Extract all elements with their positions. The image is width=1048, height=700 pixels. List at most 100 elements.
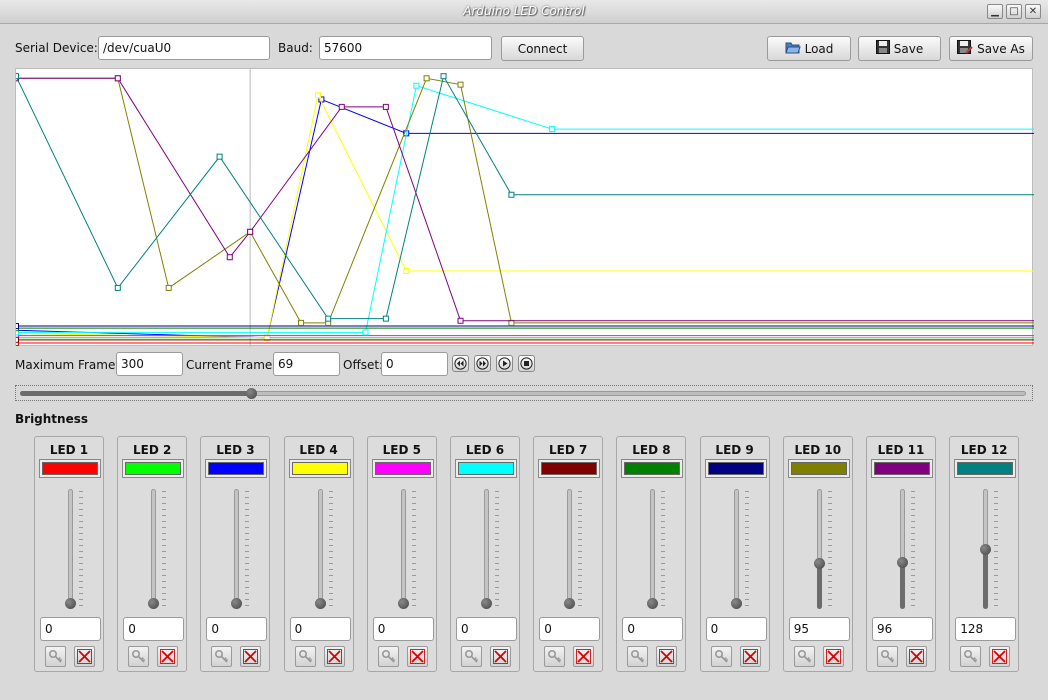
led-slider-knob[interactable] (647, 598, 659, 609)
led-brightness-slider[interactable] (201, 489, 271, 609)
led-color-button[interactable] (787, 459, 850, 478)
led-brightness-slider[interactable] (867, 489, 937, 609)
led-value-field[interactable]: 0 (123, 617, 185, 641)
led-color-button[interactable] (39, 459, 101, 478)
frame-slider-knob[interactable] (246, 388, 258, 399)
set-keyframe-button[interactable] (45, 646, 66, 667)
led-brightness-slider[interactable] (35, 489, 105, 609)
keyframe-point[interactable] (216, 153, 223, 160)
led-brightness-slider[interactable] (285, 489, 355, 609)
save-as-button[interactable]: Save As (949, 36, 1033, 61)
led-value-field[interactable]: 0 (539, 617, 601, 641)
keyframe-point[interactable] (382, 315, 389, 322)
led-value-field[interactable]: 0 (289, 617, 351, 641)
led-value-field[interactable]: 95 (788, 617, 850, 641)
led-slider-knob[interactable] (564, 598, 576, 609)
keyframe-point[interactable] (16, 336, 19, 343)
keyframe-point[interactable] (226, 254, 233, 261)
led-color-button[interactable] (455, 459, 517, 478)
led-color-button[interactable] (704, 459, 767, 478)
delete-keyframe-button[interactable] (739, 646, 761, 667)
keyframe-point[interactable] (114, 284, 121, 291)
led-color-button[interactable] (288, 459, 351, 478)
keyframe-point[interactable] (362, 329, 369, 336)
led-color-button[interactable] (621, 459, 684, 478)
frame-slider[interactable] (15, 385, 1033, 401)
led-brightness-slider[interactable] (118, 489, 188, 609)
led-value-field[interactable]: 128 (955, 617, 1017, 641)
led-brightness-slider[interactable] (368, 489, 438, 609)
current-frame-field[interactable]: 69 (273, 352, 340, 376)
set-keyframe-button[interactable] (294, 646, 316, 667)
keyframe-point[interactable] (457, 81, 464, 88)
led-slider-knob[interactable] (813, 557, 825, 569)
led-value-field[interactable]: 0 (705, 617, 767, 641)
set-keyframe-button[interactable] (877, 646, 898, 667)
keyframe-point[interactable] (247, 228, 254, 235)
delete-keyframe-button[interactable] (989, 646, 1011, 667)
led-brightness-slider[interactable] (534, 489, 604, 609)
set-keyframe-button[interactable] (211, 646, 233, 667)
save-button[interactable]: Save (858, 36, 941, 61)
led-slider-knob[interactable] (897, 557, 908, 569)
led-slider-knob[interactable] (314, 598, 326, 609)
led-slider-knob[interactable] (980, 543, 992, 555)
delete-keyframe-button[interactable] (323, 646, 345, 667)
led-color-button[interactable] (871, 459, 933, 478)
minimize-button[interactable]: ▁ (987, 4, 1003, 19)
keyframe-point[interactable] (413, 82, 420, 89)
led-color-button[interactable] (954, 459, 1017, 478)
set-keyframe-button[interactable] (544, 646, 566, 667)
keyframe-point[interactable] (382, 103, 389, 110)
led-slider-knob[interactable] (730, 598, 742, 609)
led-brightness-slider[interactable] (617, 489, 687, 609)
delete-keyframe-button[interactable] (240, 646, 262, 667)
keyframe-point[interactable] (403, 268, 410, 274)
max-frame-field[interactable]: 300 (116, 352, 183, 376)
set-keyframe-button[interactable] (627, 646, 649, 667)
fast-forward-button[interactable] (474, 355, 491, 372)
set-keyframe-button[interactable] (377, 646, 399, 667)
play-button[interactable] (496, 355, 513, 372)
delete-keyframe-button[interactable] (74, 646, 95, 667)
led-slider-knob[interactable] (148, 598, 160, 609)
connect-button[interactable]: Connect (501, 36, 584, 61)
led-color-button[interactable] (205, 459, 268, 478)
led-value-field[interactable]: 0 (206, 617, 268, 641)
offset-field[interactable]: 0 (381, 352, 448, 376)
delete-keyframe-button[interactable] (573, 646, 595, 667)
baud-field[interactable]: 57600 (319, 36, 492, 60)
led-color-button[interactable] (371, 459, 434, 478)
maximize-button[interactable]: □ (1006, 4, 1022, 19)
set-keyframe-button[interactable] (793, 646, 815, 667)
delete-keyframe-button[interactable] (656, 646, 678, 667)
keyframe-point[interactable] (423, 75, 430, 82)
keyframe-point[interactable] (440, 73, 447, 80)
led-value-field[interactable]: 0 (40, 617, 101, 641)
led-slider-knob[interactable] (481, 598, 492, 609)
led-color-button[interactable] (122, 459, 185, 478)
keyframe-point[interactable] (165, 284, 172, 291)
keyframe-point[interactable] (457, 317, 464, 324)
delete-keyframe-button[interactable] (157, 646, 179, 667)
keyframe-point[interactable] (338, 103, 345, 110)
keyframe-point[interactable] (16, 73, 19, 80)
serial-device-field[interactable]: /dev/cuaU0 (98, 36, 270, 60)
led-value-field[interactable]: 0 (622, 617, 684, 641)
led-slider-knob[interactable] (231, 598, 243, 609)
led-value-field[interactable]: 0 (372, 617, 434, 641)
delete-keyframe-button[interactable] (906, 646, 927, 667)
led-brightness-slider[interactable] (701, 489, 771, 609)
led-slider-knob[interactable] (65, 598, 76, 609)
keyframe-point[interactable] (315, 92, 322, 99)
led-value-field[interactable]: 96 (872, 617, 933, 641)
keyframe-point[interactable] (16, 323, 19, 330)
keyframe-point[interactable] (298, 319, 305, 326)
stop-button[interactable] (518, 355, 535, 372)
keyframe-point[interactable] (114, 75, 121, 82)
keyframe-point[interactable] (549, 126, 556, 133)
close-button[interactable]: ✕ (1025, 4, 1041, 19)
led-color-button[interactable] (538, 459, 601, 478)
set-keyframe-button[interactable] (128, 646, 150, 667)
rewind-button[interactable] (452, 355, 469, 372)
